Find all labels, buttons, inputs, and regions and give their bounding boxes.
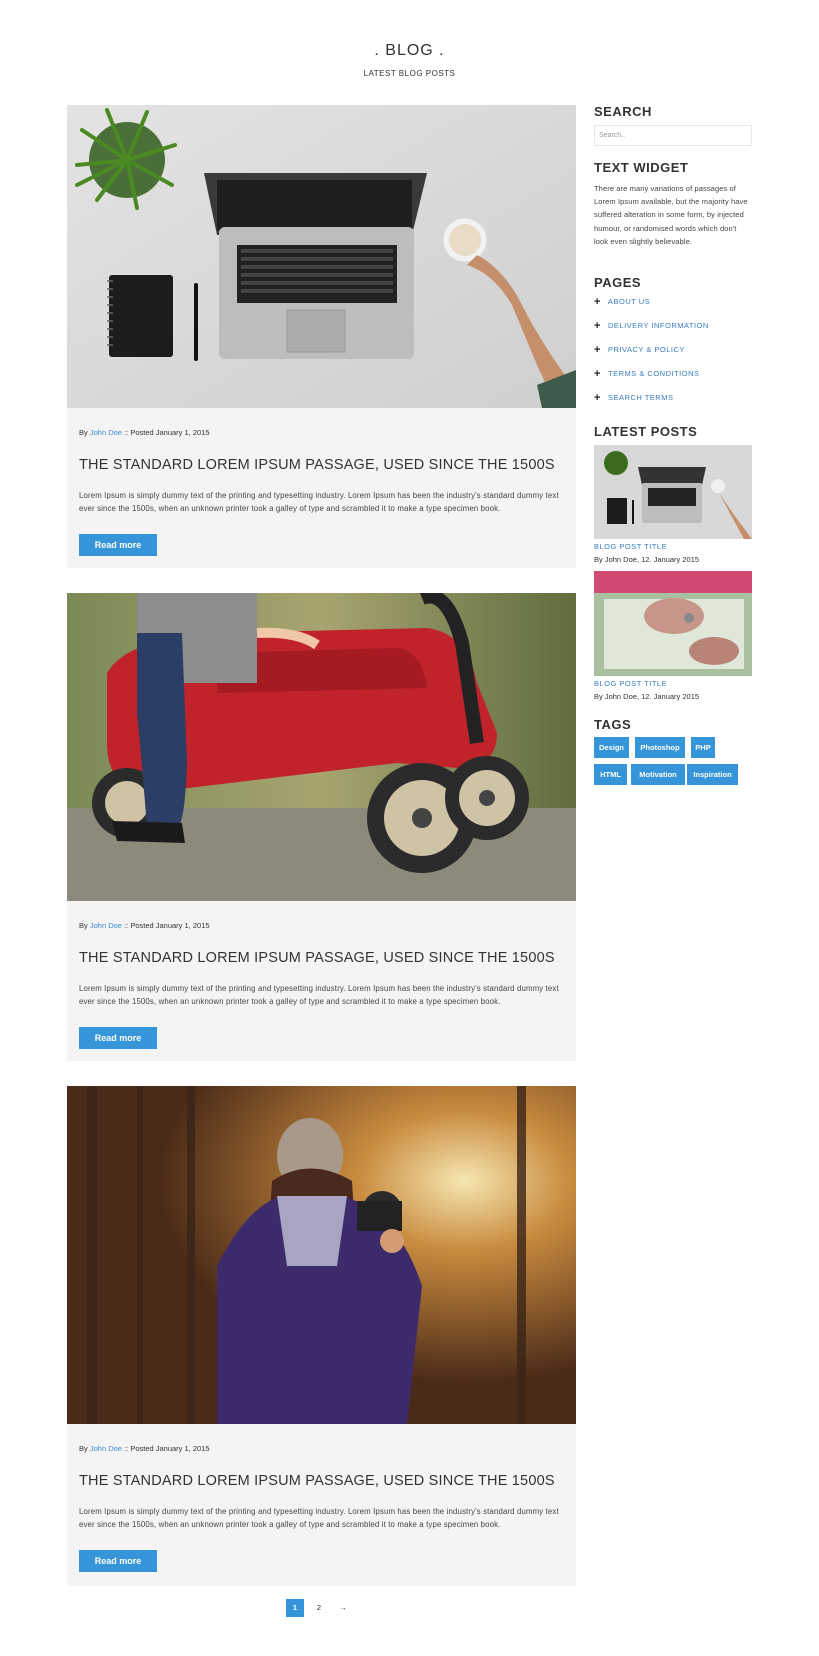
laptop-thumbnail <box>594 445 752 539</box>
tag-html[interactable]: HTML <box>594 764 627 785</box>
page-link-search-terms[interactable]: SEARCH TERMS <box>608 392 673 404</box>
author-link[interactable]: John Doe <box>90 428 122 437</box>
latest-post-thumbnail[interactable] <box>594 445 752 539</box>
post-title[interactable]: THE STANDARD LOREM IPSUM PASSAGE, USED S… <box>79 950 555 966</box>
post-excerpt: Lorem Ipsum is simply dummy text of the … <box>79 491 559 513</box>
pages-list: + ABOUT US + DELIVERY INFORMATION + PRIVACY… <box>594 297 709 417</box>
tag-inspiration[interactable]: Inspiration <box>687 764 738 785</box>
tag-photoshop[interactable]: Photoshop <box>635 737 685 758</box>
post-meta: By John Doe :: Posted January 1, 2015 <box>79 1444 210 1453</box>
read-more-button[interactable]: Read more <box>79 1550 157 1572</box>
plus-icon: + <box>594 368 601 380</box>
post-excerpt: Lorem Ipsum is simply dummy text of the … <box>79 984 559 1006</box>
photographer-photo <box>67 1086 576 1424</box>
plus-icon: + <box>594 320 601 332</box>
pages-list-item: + SEARCH TERMS <box>594 393 709 417</box>
post-date: :: Posted January 1, 2015 <box>124 1444 210 1453</box>
pages-list-item: + ABOUT US <box>594 297 709 321</box>
next-page-icon[interactable]: → <box>334 1599 352 1617</box>
tag-motivation[interactable]: Motivation <box>631 764 685 785</box>
blog-post: By John Doe :: Posted January 1, 2015 TH… <box>67 1086 576 1586</box>
laptop-photo <box>67 105 576 408</box>
page-link-2[interactable]: 2 <box>310 1599 328 1617</box>
blog-post: By John Doe :: Posted January 1, 2015 TH… <box>67 105 576 568</box>
meta-prefix: By <box>79 1444 88 1453</box>
text-widget-body: There are many variations of passages of… <box>594 184 748 246</box>
latest-post-title[interactable]: BLOG POST TITLE <box>594 542 667 551</box>
pages-widget-title: PAGES <box>594 275 642 290</box>
drawing-thumbnail <box>594 571 752 676</box>
author-link[interactable]: John Doe <box>90 1444 122 1453</box>
post-image-wagon[interactable] <box>67 593 576 901</box>
post-date: :: Posted January 1, 2015 <box>124 428 210 437</box>
post-title[interactable]: THE STANDARD LOREM IPSUM PASSAGE, USED S… <box>79 1473 555 1489</box>
post-image-photographer[interactable] <box>67 1086 576 1424</box>
latest-post-meta: By John Doe, 12. January 2015 <box>594 555 700 564</box>
post-excerpt: Lorem Ipsum is simply dummy text of the … <box>79 1507 559 1529</box>
plus-icon: + <box>594 392 601 404</box>
meta-prefix: By <box>79 921 88 930</box>
page-title: . BLOG . <box>374 42 445 59</box>
search-input[interactable] <box>594 125 752 146</box>
latest-post-meta: By John Doe, 12. January 2015 <box>594 692 700 701</box>
latest-post-thumbnail[interactable] <box>594 571 752 676</box>
tag-design[interactable]: Design <box>594 737 629 758</box>
post-meta: By John Doe :: Posted January 1, 2015 <box>79 428 210 437</box>
post-image-laptop[interactable] <box>67 105 576 408</box>
page-link-terms-conditions[interactable]: TERMS & CONDITIONS <box>608 368 700 380</box>
tag-php[interactable]: PHP <box>691 737 715 758</box>
page-link-delivery-information[interactable]: DELIVERY INFORMATION <box>608 320 709 332</box>
page-subtitle: LATEST BLOG POSTS <box>363 69 456 78</box>
latest-posts-title: LATEST POSTS <box>594 424 698 439</box>
author-link[interactable]: John Doe <box>90 921 122 930</box>
search-widget-title: SEARCH <box>594 104 652 119</box>
plus-icon: + <box>594 296 601 308</box>
meta-prefix: By <box>79 428 88 437</box>
pages-list-item: + DELIVERY INFORMATION <box>594 321 709 345</box>
tags-widget-title: TAGS <box>594 717 632 732</box>
plus-icon: + <box>594 344 601 356</box>
latest-post-title[interactable]: BLOG POST TITLE <box>594 679 667 688</box>
pages-list-item: + TERMS & CONDITIONS <box>594 369 709 393</box>
page-link-privacy-policy[interactable]: PRIVACY & POLICY <box>608 344 685 356</box>
wagon-photo <box>67 593 576 901</box>
post-title[interactable]: THE STANDARD LOREM IPSUM PASSAGE, USED S… <box>79 457 555 473</box>
post-meta: By John Doe :: Posted January 1, 2015 <box>79 921 210 930</box>
pages-list-item: + PRIVACY & POLICY <box>594 345 709 369</box>
read-more-button[interactable]: Read more <box>79 1027 157 1049</box>
blog-post: By John Doe :: Posted January 1, 2015 TH… <box>67 593 576 1061</box>
read-more-button[interactable]: Read more <box>79 534 157 556</box>
page-link-about-us[interactable]: ABOUT US <box>608 296 650 308</box>
post-date: :: Posted January 1, 2015 <box>124 921 210 930</box>
pagination: 1 2 → <box>286 1599 352 1617</box>
page-link-1[interactable]: 1 <box>286 1599 304 1617</box>
text-widget-title: TEXT WIDGET <box>594 160 689 175</box>
